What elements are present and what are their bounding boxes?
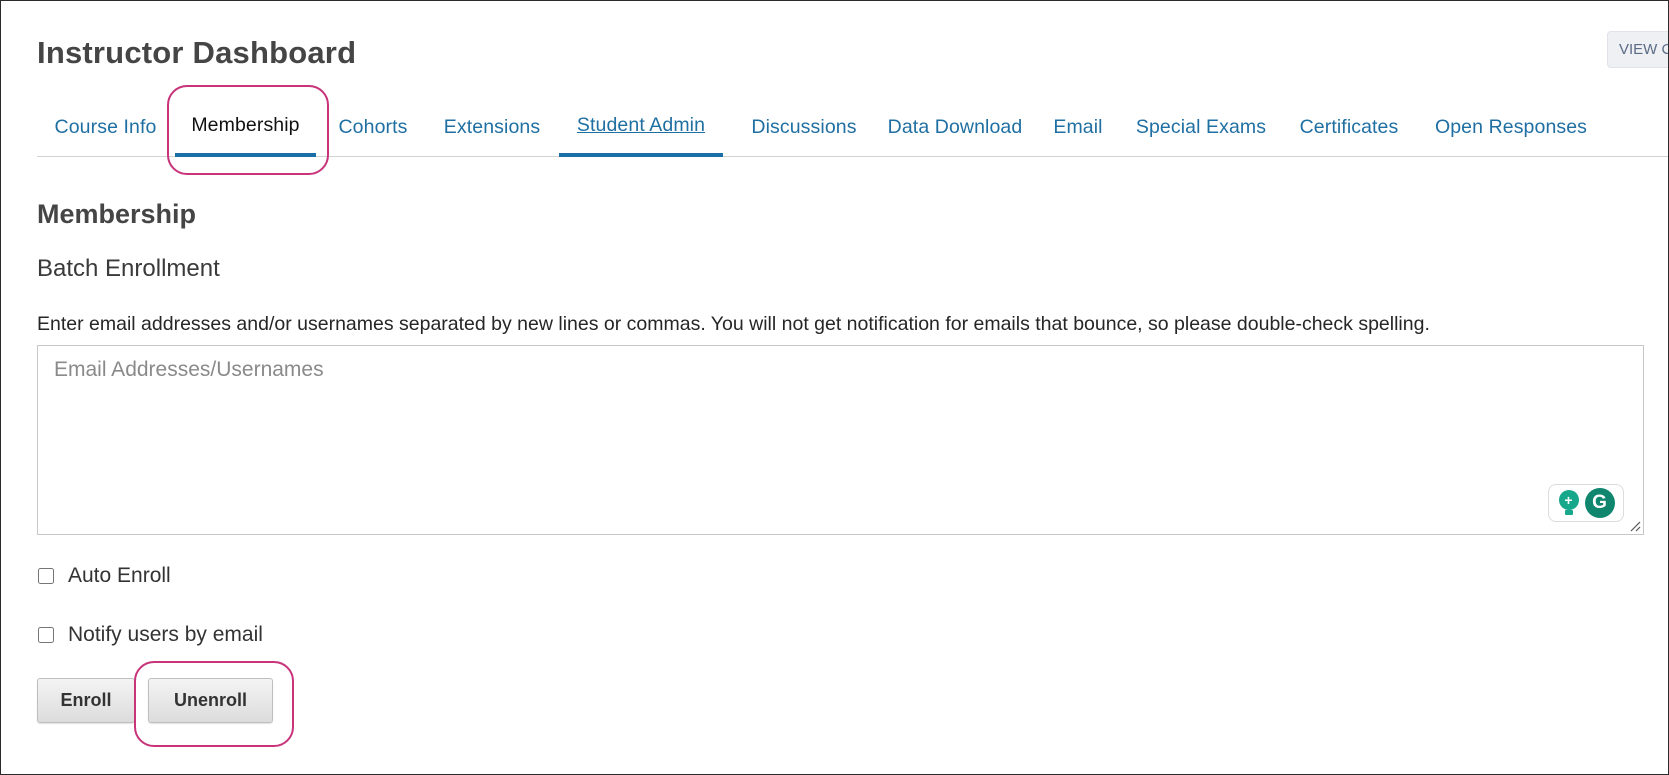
section-title: Membership (37, 199, 197, 229)
grammarly-icon[interactable]: G (1584, 488, 1615, 518)
lightbulb-icon[interactable]: + (1558, 490, 1580, 516)
tab-course-info[interactable]: Course Info (48, 97, 163, 157)
notify-users-label: Notify users by email (68, 623, 263, 646)
email-usernames-textarea[interactable] (38, 346, 1643, 534)
tab-open-responses[interactable]: Open Responses (1432, 97, 1590, 157)
auto-enroll-checkbox[interactable] (38, 568, 54, 584)
notify-users-option[interactable]: Notify users by email (37, 623, 263, 647)
tab-student-admin[interactable]: Student Admin (559, 97, 723, 157)
page-title: Instructor Dashboard (37, 35, 357, 70)
dashboard-tabs: Course Info Membership Cohorts Extension… (37, 97, 1668, 157)
tab-special-exams[interactable]: Special Exams (1134, 97, 1268, 157)
tab-data-download[interactable]: Data Download (880, 97, 1030, 157)
auto-enroll-label: Auto Enroll (68, 564, 171, 587)
tab-extensions[interactable]: Extensions (435, 97, 549, 157)
tab-discussions[interactable]: Discussions (742, 97, 866, 157)
enrollment-instructions: Enter email addresses and/or usernames s… (37, 313, 1430, 335)
notify-users-checkbox[interactable] (38, 627, 54, 643)
grammarly-widget[interactable]: + G (1548, 484, 1624, 522)
resize-handle-icon[interactable] (1629, 520, 1641, 532)
view-course-button[interactable]: VIEW COURSE (1607, 31, 1668, 68)
tab-email[interactable]: Email (1049, 97, 1107, 157)
tab-certificates[interactable]: Certificates (1295, 97, 1403, 157)
enroll-button[interactable]: Enroll (37, 678, 135, 723)
batch-enrollment-title: Batch Enrollment (37, 255, 220, 282)
page-frame: Instructor Dashboard VIEW COURSE Course … (0, 0, 1669, 775)
auto-enroll-option[interactable]: Auto Enroll (37, 564, 171, 588)
batch-enrollment-textarea-container: + G (37, 345, 1644, 535)
tab-cohorts[interactable]: Cohorts (330, 97, 416, 157)
unenroll-button[interactable]: Unenroll (148, 678, 273, 723)
tab-membership[interactable]: Membership (175, 97, 316, 157)
